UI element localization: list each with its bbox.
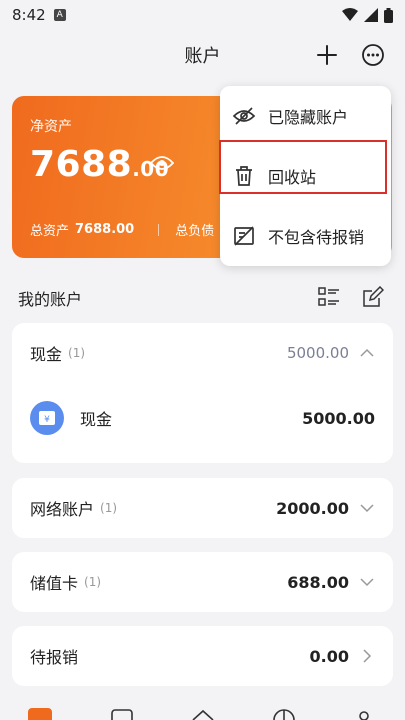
tab-home-icon[interactable]: [191, 708, 215, 720]
app-header: 账户: [0, 35, 405, 75]
totals-row: 总资产 7688.00 总负债 0.: [30, 220, 252, 239]
group-name: 现金: [30, 345, 63, 364]
tab-profile-icon[interactable]: [352, 708, 376, 720]
group-header-stored-value[interactable]: 储值卡 (1) 688.00: [12, 552, 393, 612]
net-assets-amount: 7688.00: [30, 144, 169, 185]
group-amount: 688.00: [287, 572, 349, 592]
bottom-nav: [0, 708, 405, 720]
chevron-down-icon: [360, 578, 374, 587]
recycle-bin-highlight: [219, 140, 387, 194]
account-row-cash[interactable]: ¥ 现金 5000.00: [12, 383, 393, 453]
wifi-icon: [342, 8, 358, 21]
chevron-down-icon: [360, 504, 374, 513]
menu-item-hidden-accounts[interactable]: 已隐藏账户: [220, 88, 391, 144]
group-count: (1): [68, 346, 86, 360]
plus-icon[interactable]: [315, 43, 339, 67]
menu-item-label: 已隐藏账户: [268, 108, 349, 127]
group-count: (1): [100, 501, 118, 515]
group-name: 待报销: [30, 648, 79, 667]
menu-item-label: 不包含待报销: [268, 228, 365, 247]
group-count: (1): [84, 575, 102, 589]
group-name: 储值卡: [30, 574, 79, 593]
edit-icon[interactable]: [362, 286, 384, 308]
total-assets-label: 总资产: [30, 224, 70, 239]
list-icon[interactable]: [318, 286, 340, 308]
group-header-reimburse[interactable]: 待报销 0.00: [12, 626, 393, 686]
menu-item-exclude-reimburse[interactable]: 不包含待报销: [220, 208, 391, 264]
totals-divider: [158, 223, 160, 236]
more-icon[interactable]: [361, 43, 385, 67]
group-card-online[interactable]: 网络账户 (1) 2000.00: [12, 478, 393, 538]
chevron-up-icon: [360, 348, 374, 357]
group-amount: 0.00: [309, 646, 349, 666]
account-name: 现金: [80, 410, 113, 429]
account-amount: 5000.00: [302, 408, 375, 428]
my-accounts-title: 我的账户: [18, 290, 83, 309]
notification-badge: A: [53, 9, 66, 21]
net-assets-label: 净资产: [30, 119, 72, 135]
battery-icon: [384, 7, 393, 23]
receipt-off-icon: [234, 226, 254, 246]
total-liabilities-label: 总负债: [175, 224, 215, 239]
cash-icon: ¥: [30, 401, 64, 435]
chevron-right-icon: [363, 649, 372, 663]
status-time: 8:42: [12, 6, 46, 24]
page-title: 账户: [184, 46, 221, 67]
tab-stats-icon[interactable]: [272, 708, 296, 720]
group-card-reimburse[interactable]: 待报销 0.00: [12, 626, 393, 686]
group-card-cash: 现金 (1) 5000.00 ¥ 现金 5000.00: [12, 323, 393, 463]
group-header-online[interactable]: 网络账户 (1) 2000.00: [12, 478, 393, 538]
net-assets-int: 7688: [30, 144, 133, 185]
group-amount: 5000.00: [286, 344, 349, 362]
group-name: 网络账户: [30, 500, 95, 519]
eye-icon[interactable]: [150, 154, 174, 172]
eye-off-icon: [232, 107, 256, 125]
total-assets-value: 7688.00: [75, 222, 135, 237]
group-header-cash[interactable]: 现金 (1) 5000.00: [12, 323, 393, 383]
status-bar: 8:42 A: [0, 0, 405, 30]
svg-text:¥: ¥: [44, 415, 50, 425]
tab-accounts-icon[interactable]: [28, 708, 52, 720]
group-amount: 2000.00: [276, 498, 349, 518]
status-icons: [342, 7, 393, 23]
group-card-stored-value[interactable]: 储值卡 (1) 688.00: [12, 552, 393, 612]
signal-icon: [364, 8, 378, 22]
tab-bill-icon[interactable]: [110, 708, 134, 720]
